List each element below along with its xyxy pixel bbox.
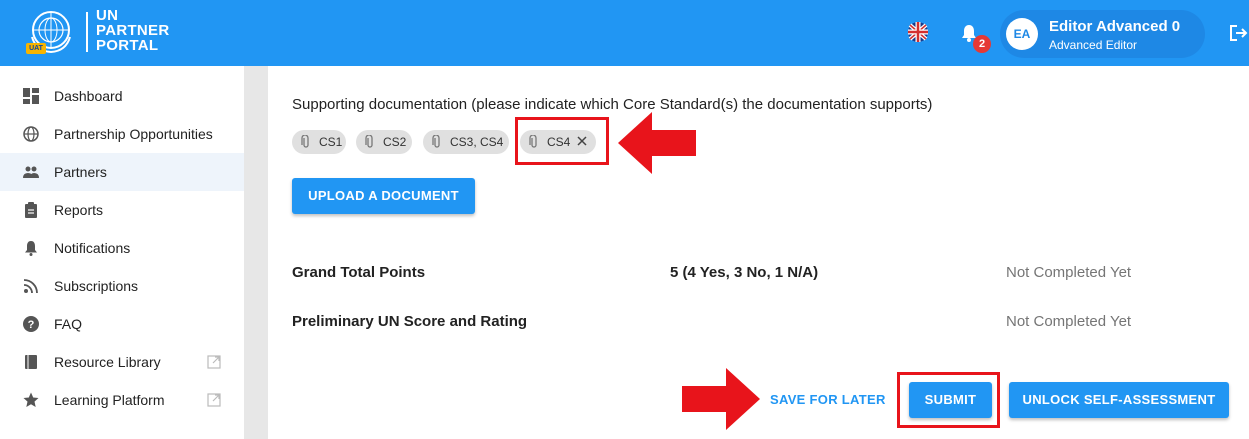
grand-total-status: Not Completed Yet	[1006, 264, 1132, 281]
sidebar-item-label: Partnership Opportunities	[54, 126, 213, 142]
brand-line-1: UN	[96, 7, 119, 24]
brand-line-2: PARTNER	[96, 22, 170, 39]
sidebar-item-label: Dashboard	[54, 88, 123, 104]
sidebar-item-notifications[interactable]: Notifications	[0, 229, 244, 267]
sidebar-item-reports[interactable]: Reports	[0, 191, 244, 229]
star-icon	[23, 392, 39, 407]
rss-icon	[23, 279, 38, 294]
paperclip-icon	[301, 135, 309, 148]
red-arrow-right-icon	[682, 368, 760, 430]
doc-chip-cs3-cs4[interactable]: CS3, CS4	[423, 130, 509, 154]
sidebar-item-label: Notifications	[54, 240, 131, 256]
grand-total-value: 5 (4 Yes, 3 No, 1 N/A)	[670, 264, 819, 281]
logout-icon[interactable]	[1228, 23, 1248, 43]
sidebar-nav: Dashboard Partnership Opportunities Part…	[0, 66, 244, 439]
sidebar-item-faq[interactable]: ? FAQ	[0, 305, 244, 343]
unlock-self-assessment-button[interactable]: UNLOCK SELF-ASSESSMENT	[1009, 382, 1229, 418]
people-icon	[23, 166, 39, 178]
external-link-icon[interactable]	[207, 393, 221, 407]
sidebar-item-label: Subscriptions	[54, 278, 139, 294]
save-for-later-button[interactable]: SAVE FOR LATER	[770, 392, 886, 407]
external-link-icon[interactable]	[207, 355, 221, 369]
globe-icon	[23, 126, 39, 142]
svg-text:?: ?	[28, 319, 35, 331]
dashboard-icon	[23, 88, 39, 104]
sidebar-item-partners[interactable]: Partners	[0, 153, 244, 191]
top-app-bar: UAT UN PARTNER PORTAL 2 EA Editor Advanc…	[0, 0, 1249, 66]
sidebar-item-partnership-opportunities[interactable]: Partnership Opportunities	[0, 115, 244, 153]
clipboard-icon	[25, 202, 37, 218]
highlight-box-cs4-chip	[515, 117, 609, 165]
uat-badge: UAT	[29, 45, 43, 52]
highlight-box-submit	[897, 372, 1000, 428]
paperclip-icon	[432, 135, 440, 148]
bell-icon	[25, 241, 37, 256]
chip-label: CS1	[319, 135, 343, 149]
preliminary-score-label: Preliminary UN Score and Rating	[292, 313, 528, 330]
sidebar-item-learning-platform[interactable]: Learning Platform	[0, 381, 244, 419]
chip-label: CS2	[383, 135, 407, 149]
brand-line-3: PORTAL	[96, 37, 159, 54]
sidebar-item-subscriptions[interactable]: Subscriptions	[0, 267, 244, 305]
chip-label: CS3, CS4	[450, 135, 504, 149]
avatar: EA	[1006, 18, 1038, 50]
preliminary-score-status: Not Completed Yet	[1006, 313, 1132, 330]
help-icon: ?	[23, 316, 39, 332]
supporting-docs-heading: Supporting documentation (please indicat…	[292, 96, 933, 113]
user-role: Advanced Editor	[1049, 38, 1138, 52]
brand-title: UN PARTNER PORTAL	[96, 8, 170, 53]
sidebar-item-label: Partners	[54, 164, 107, 180]
doc-chip-cs1[interactable]: CS1	[292, 130, 346, 154]
sidebar-item-dashboard[interactable]: Dashboard	[0, 77, 244, 115]
doc-chip-cs2[interactable]: CS2	[356, 130, 412, 154]
upload-document-button[interactable]: UPLOAD A DOCUMENT	[292, 178, 475, 214]
grand-total-label: Grand Total Points	[292, 264, 426, 281]
logo-divider	[86, 12, 88, 52]
book-icon	[25, 355, 37, 369]
red-arrow-left-icon	[618, 112, 696, 174]
sidebar-item-label: FAQ	[54, 316, 83, 332]
notification-count-badge: 2	[973, 35, 991, 53]
sidebar-item-label: Resource Library	[54, 354, 161, 370]
sidebar-item-resource-library[interactable]: Resource Library	[0, 343, 244, 381]
paperclip-icon	[365, 135, 373, 148]
sidebar-item-label: Learning Platform	[54, 392, 165, 408]
user-name: Editor Advanced 0	[1049, 18, 1181, 35]
user-menu[interactable]: EA Editor Advanced 0 Advanced Editor	[1000, 10, 1205, 58]
sidebar-item-label: Reports	[54, 202, 104, 218]
uk-flag-icon[interactable]	[907, 21, 929, 43]
